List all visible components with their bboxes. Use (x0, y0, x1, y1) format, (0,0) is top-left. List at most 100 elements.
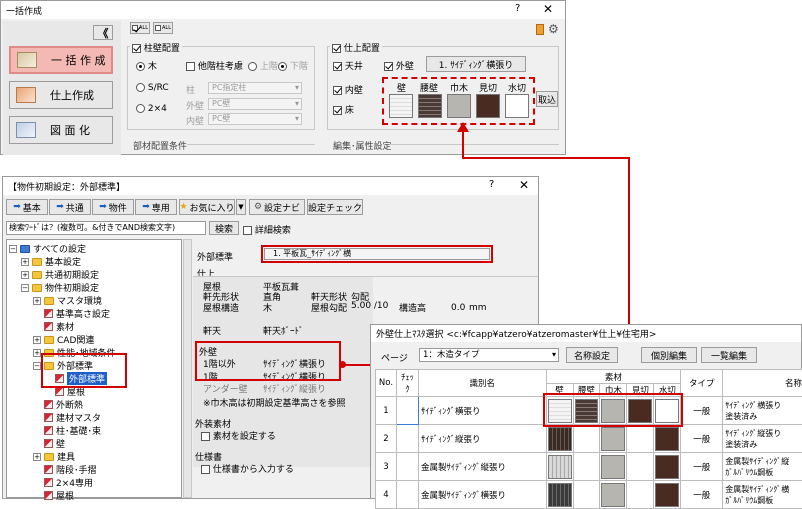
expand-icon[interactable]: + (21, 271, 29, 279)
help-icon[interactable]: ? (489, 179, 494, 190)
floor-check[interactable]: 床 (333, 103, 354, 116)
pillar-combo[interactable]: PC指定柱 (208, 82, 302, 94)
row-swatch-mikiri[interactable] (627, 425, 654, 453)
outwall-master-button[interactable]: 1. ｻｲﾃﾞｨﾝｸﾞ横張り (426, 56, 526, 72)
outer-material-check[interactable]: 素材を設定する (201, 429, 276, 442)
tree-item-all[interactable]: −すべての設定 (9, 242, 86, 255)
name-setting-button[interactable]: 名称設定 (566, 347, 618, 363)
row-swatch-waist[interactable] (573, 481, 600, 509)
row-check-cell[interactable] (396, 425, 418, 453)
page-select[interactable]: 1：木造タイプ ▾ (419, 348, 559, 362)
tree-item-master[interactable]: +マスタ環境 (33, 294, 102, 307)
tab-bukken[interactable]: ➡物件 (92, 199, 134, 215)
close-icon[interactable]: ✕ (543, 2, 553, 16)
inwall-combo[interactable]: PC壁 (208, 113, 302, 125)
search-input[interactable]: 検索ﾜｰﾄﾞは？(複数可。&付きでAND検索文字) (6, 221, 206, 235)
individual-edit-button[interactable]: 個別編集 (641, 347, 697, 363)
row-swatch-waist[interactable] (573, 453, 600, 481)
row-swatch-base[interactable] (600, 425, 627, 453)
drawing-button[interactable]: 図 面 化 (9, 116, 113, 144)
x24-radio-dot[interactable] (136, 104, 145, 113)
x24-radio[interactable]: 2×4 (136, 104, 167, 114)
src-radio-dot[interactable] (136, 83, 145, 92)
row-swatch-wall[interactable] (546, 481, 573, 509)
list-edit-button[interactable]: 一覧編集 (701, 347, 757, 363)
tree-item-2x4[interactable]: 2×4専用 (44, 476, 93, 489)
table-row[interactable]: 2 ｻｲﾃﾞｨﾝｸﾞ縦張り 一般 ｻｲﾃﾞｨﾝｸﾞ縦張り塗装済み (376, 425, 802, 453)
tree-item-base-height[interactable]: 基準高さ設定 (44, 307, 110, 320)
exterior-std-field[interactable]: 1. 平板瓦_ｻｲﾃﾞｨﾝｸﾞ横 (264, 248, 490, 260)
chevron-down-icon[interactable]: ▾ (552, 349, 556, 361)
tree-item-basic[interactable]: +基本設定 (21, 255, 81, 268)
close-icon[interactable]: ✕ (519, 178, 529, 192)
favorites-dropdown[interactable]: ▼ (236, 199, 246, 215)
tree-item-wall[interactable]: 壁 (44, 437, 65, 450)
expand-icon[interactable]: + (33, 336, 41, 344)
tree-item-material[interactable]: 素材 (44, 320, 74, 333)
outwall-checkbox[interactable] (384, 62, 393, 71)
outer-material-checkbox[interactable] (201, 432, 210, 441)
tab-common[interactable]: ➡共通 (49, 199, 91, 215)
content-scrollbar[interactable] (183, 239, 192, 498)
expand-icon[interactable]: − (9, 245, 17, 253)
table-row[interactable]: 3 金属製ｻｲﾃﾞｨﾝｸﾞ縦張り 一般 金属製ｻｲﾃﾞｨﾝｸﾞ縦ｶﾞﾙﾊﾞﾘｳﾑ… (376, 453, 802, 481)
detail-search-checkbox[interactable] (243, 226, 252, 235)
finish-checkbox[interactable] (332, 44, 341, 53)
detail-search-check[interactable]: 詳細検索 (243, 223, 291, 236)
row-check-cell[interactable] (396, 397, 418, 425)
row-check-cell[interactable] (396, 453, 418, 481)
finish-title[interactable]: 仕上配置 (330, 41, 382, 54)
wood-radio[interactable]: 木 (136, 59, 157, 72)
table-row[interactable]: 4 金属製ｻｲﾃﾞｨﾝｸﾞ横張り 一般 金属製ｻｲﾃﾞｨﾝｸﾞ横ｶﾞﾙﾊﾞﾘｳﾑ… (376, 481, 802, 509)
outwall-check[interactable]: 外壁 (384, 59, 414, 72)
tree-item-pillar[interactable]: 柱･基礎･束 (44, 424, 101, 437)
tab-dedicated[interactable]: ➡専用 (135, 199, 177, 215)
row-swatch-mikiri[interactable] (627, 481, 654, 509)
row-swatch-mizukiri[interactable] (654, 481, 681, 509)
wood-radio-dot[interactable] (136, 62, 145, 71)
ceiling-checkbox[interactable] (333, 62, 342, 71)
tree-item-stairs[interactable]: 階段･手摺 (44, 463, 97, 476)
tree-item-ext-insulation[interactable]: 外断熱 (44, 398, 83, 411)
expand-icon[interactable]: + (33, 453, 41, 461)
row-swatch-wall[interactable] (546, 453, 573, 481)
row-swatch-mizukiri[interactable] (654, 453, 681, 481)
row-swatch-waist[interactable] (573, 425, 600, 453)
row-swatch-base[interactable] (600, 453, 627, 481)
expand-icon[interactable]: − (21, 284, 29, 292)
ceiling-check[interactable]: 天井 (333, 59, 363, 72)
select-none-button[interactable]: ALL (153, 22, 173, 34)
bulk-create-button[interactable]: 一 括 作 成 (9, 46, 113, 74)
pillar-wall-checkbox[interactable] (132, 44, 141, 53)
inwall-checkbox[interactable] (333, 86, 342, 95)
finish-create-button[interactable]: 仕上作成 (9, 81, 113, 109)
spec-check[interactable]: 仕様書から入力する (201, 462, 294, 475)
exterior-std-value[interactable]: 1. 平板瓦_ｻｲﾃﾞｨﾝｸﾞ横 (261, 245, 493, 263)
help-icon[interactable]: ? (515, 3, 520, 14)
row-swatch-wall[interactable] (546, 425, 573, 453)
upper-radio-dot[interactable] (248, 62, 257, 71)
inwall-check[interactable]: 内壁 (333, 83, 363, 96)
tree-item-material-master[interactable]: 建材マスタ (44, 411, 101, 424)
pillar-wall-title[interactable]: 柱壁配置 (130, 41, 182, 54)
upper-radio[interactable]: 上階 (248, 59, 278, 72)
other-floor-check[interactable]: 他階柱考慮 (186, 59, 243, 72)
row-swatch-mizukiri[interactable] (654, 425, 681, 453)
favorites-button[interactable]: ★お気に入り (179, 199, 235, 215)
expand-icon[interactable]: − (33, 362, 41, 370)
src-radio[interactable]: S/RC (136, 83, 169, 93)
tree-item-cad[interactable]: +CAD関連 (33, 333, 94, 346)
tree-item-roof-2[interactable]: 屋根 (44, 489, 74, 502)
select-all-button[interactable]: ALL (130, 22, 150, 34)
floor-checkbox[interactable] (333, 106, 342, 115)
take-in-button[interactable]: 取込 (536, 91, 558, 107)
expand-icon[interactable]: + (21, 258, 29, 266)
other-floor-checkbox[interactable] (186, 62, 195, 71)
row-check-cell[interactable] (396, 481, 418, 509)
settings-check-button[interactable]: 設定チェック (307, 199, 363, 215)
row-swatch-base[interactable] (600, 481, 627, 509)
tab-basic[interactable]: ➡基本 (6, 199, 48, 215)
tree-item-fittings[interactable]: +建具 (33, 450, 75, 463)
expand-icon[interactable]: + (33, 349, 41, 357)
settings-navi-button[interactable]: ⚙設定ナビ (249, 199, 305, 215)
